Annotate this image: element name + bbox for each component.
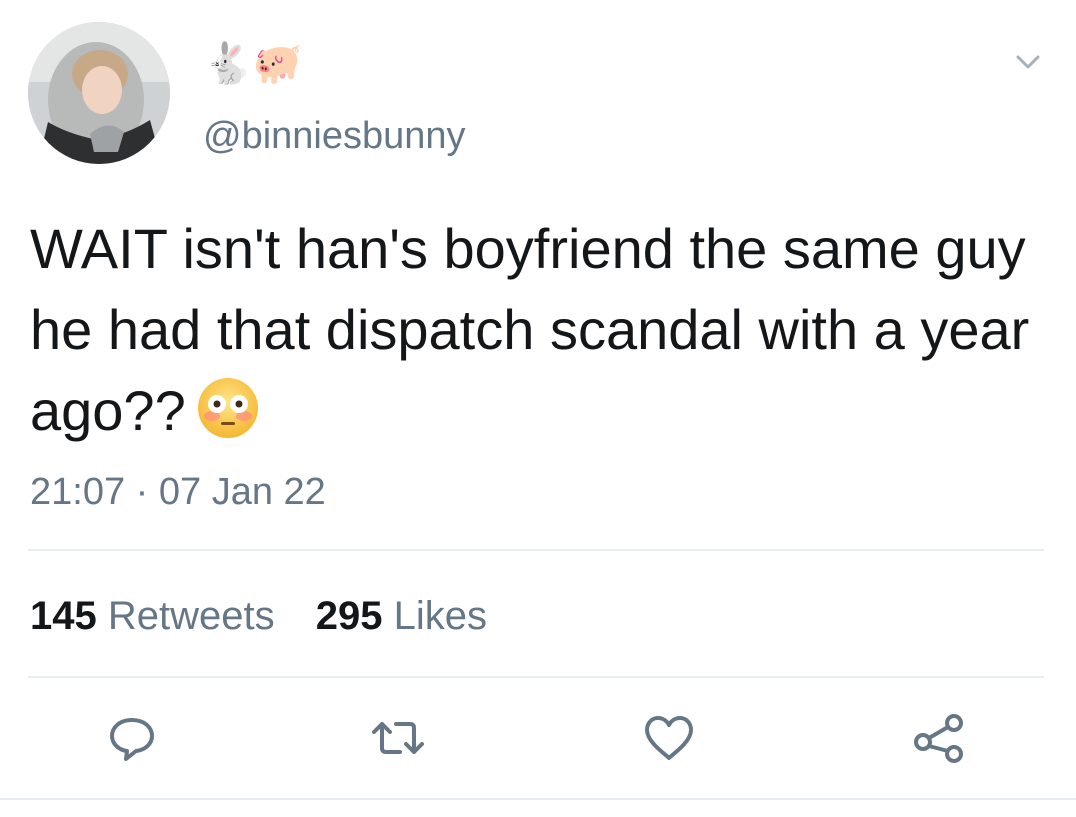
chevron-down-icon (1016, 55, 1040, 69)
user-handle[interactable]: @binniesbunny (203, 114, 466, 158)
reply-button[interactable] (104, 710, 160, 766)
flushed-face-emoji (196, 376, 260, 461)
retweets-count: 145 (30, 594, 97, 638)
divider (0, 798, 1076, 800)
flushed-face-icon (197, 378, 258, 438)
reply-icon (110, 718, 154, 761)
retweets-stat[interactable]: 145 Retweets (30, 594, 275, 638)
divider (28, 676, 1044, 678)
avatar-photo (28, 22, 170, 164)
share-button[interactable] (911, 710, 967, 766)
tweet-text-body: WAIT isn't han's boyfriend the same guy … (30, 217, 1030, 442)
avatar[interactable] (28, 22, 170, 164)
likes-label: Likes (393, 594, 488, 638)
divider (28, 549, 1044, 551)
display-name[interactable]: 🐇🐖 (203, 42, 303, 86)
retweet-button[interactable] (370, 710, 426, 766)
share-icon (914, 714, 963, 763)
more-options-button[interactable] (1010, 44, 1046, 80)
like-button[interactable] (641, 710, 697, 766)
likes-stat[interactable]: 295 Likes (316, 594, 487, 638)
retweets-label: Retweets (107, 594, 275, 638)
heart-icon (645, 716, 693, 760)
engagement-stats: 145 Retweets 295 Likes (30, 592, 517, 640)
likes-count: 295 (315, 594, 383, 638)
retweet-icon (372, 722, 424, 754)
tweet-text: WAIT isn't han's boyfriend the same guy … (30, 208, 1050, 461)
tweet-timestamp[interactable]: 21:07 · 07 Jan 22 (30, 470, 326, 514)
